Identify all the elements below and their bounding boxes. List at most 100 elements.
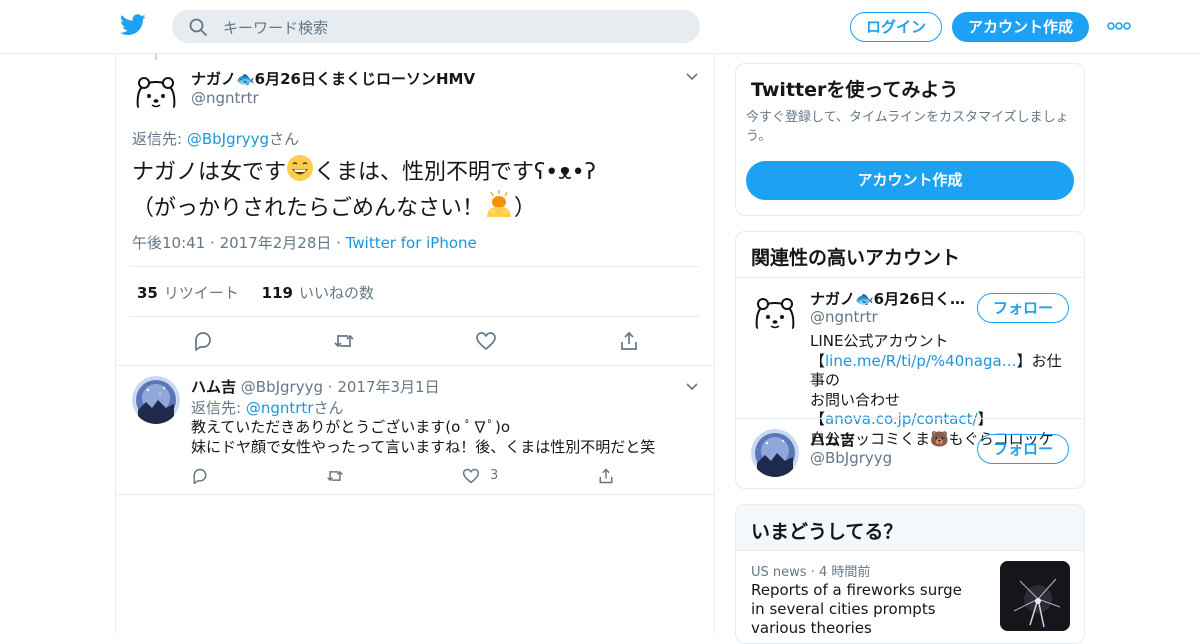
chevron-down-icon[interactable] xyxy=(685,382,699,392)
bear-avatar-icon xyxy=(132,68,180,116)
more-dots-icon[interactable] xyxy=(1107,22,1131,30)
bear-avatar-icon xyxy=(751,289,799,337)
reply-date[interactable]: 2017年3月1日 xyxy=(337,378,439,396)
tweet-thread: ナガノ🐟6月26日くまくじローソンHMV @ngntrtr 返信先: @BbJg… xyxy=(115,54,715,634)
account-name[interactable]: ハム吉 xyxy=(810,429,855,450)
share-icon[interactable] xyxy=(597,467,615,485)
reply-to-prefix: 返信先: xyxy=(191,399,246,417)
reply-to-suffix: さん xyxy=(269,130,300,148)
account-handle[interactable]: @ngntrtr xyxy=(810,308,878,326)
retweet-stat[interactable]: 35 リツイート xyxy=(137,284,239,302)
tweet-text-part: くまは、性別不明です xyxy=(314,160,535,185)
tweet-metadata: 午後10:41 · 2017年2月28日 · Twitter for iPhon… xyxy=(132,232,477,253)
reply-to-prefix: 返信先: xyxy=(132,130,187,148)
divider xyxy=(130,266,700,267)
bowing-person-icon xyxy=(487,190,512,217)
trend-age: 4 時間前 xyxy=(818,565,871,580)
tweet-author-name[interactable]: ナガノ🐟6月26日くまくじローソンHMV xyxy=(191,68,475,89)
like-icon[interactable] xyxy=(462,467,480,485)
divider xyxy=(736,277,1084,278)
tweet-author-handle[interactable]: @ngntrtr xyxy=(191,89,259,107)
tweet-text: ナガノは女です くまは、性別不明ですʕ•ᴥ•ʔ （がっかりされたらごめんなさい！… xyxy=(132,154,692,224)
retweet-icon[interactable] xyxy=(333,330,355,352)
reply-text-line: 教えていただきありがとうございます(o ﾟ∇ﾟ)o xyxy=(191,418,511,436)
meta-separator: · xyxy=(336,234,346,252)
tweet-stats: 35 リツイート 119 いいねの数 xyxy=(137,282,374,303)
reply-to-handle-link[interactable]: @ngntrtr xyxy=(246,399,314,417)
retweet-stat-label: リツイート xyxy=(163,284,239,302)
search-box[interactable]: キーワード検索 xyxy=(172,10,700,43)
divider xyxy=(736,418,1084,419)
promo-description: 今すぐ登録して、タイムラインをカスタマイズしましょう。 xyxy=(746,110,1069,144)
tweet-source-link[interactable]: Twitter for iPhone xyxy=(346,234,477,252)
thread-connector xyxy=(155,54,157,60)
reply-to-line: 返信先: @ngntrtrさん xyxy=(191,397,343,418)
grinning-face-icon xyxy=(287,155,314,181)
reply-header: ハム吉 @BbJgryyg · 2017年3月1日 xyxy=(191,376,440,397)
bio-text: 】 xyxy=(977,410,993,428)
tweet-time[interactable]: 午後10:41 xyxy=(132,234,205,252)
avatar[interactable] xyxy=(751,429,799,477)
signup-button[interactable]: アカウント作成 xyxy=(952,12,1089,42)
tweet-date[interactable]: 2017年2月28日 xyxy=(220,234,332,252)
twitter-bird-icon[interactable] xyxy=(120,14,146,36)
bio-line: 【line.me/R/ti/p/%40naga…】お仕事の xyxy=(810,352,1075,391)
promo-signup-button[interactable]: アカウント作成 xyxy=(746,161,1074,200)
meta-separator: · xyxy=(810,565,819,580)
related-title: 関連性の高いアカウント xyxy=(751,247,961,269)
reply-like-count: 3 xyxy=(490,468,499,483)
fireworks-image xyxy=(1000,561,1070,631)
search-input[interactable]: キーワード検索 xyxy=(223,17,328,38)
like-stat-label: いいねの数 xyxy=(298,284,374,302)
bio-link[interactable]: anova.co.jp/contact/ xyxy=(825,410,978,428)
trend-category: US news xyxy=(751,565,807,580)
reply-icon[interactable] xyxy=(191,467,209,485)
account-name[interactable]: ナガノ🐟6月26日く… xyxy=(810,288,965,309)
bio-link[interactable]: line.me/R/ti/p/%40naga… xyxy=(825,352,1017,370)
top-navigation-bar: キーワード検索 ログイン アカウント作成 xyxy=(0,0,1200,54)
bio-line: LINE公式アカウント xyxy=(810,332,949,350)
meta-separator: · xyxy=(327,378,333,396)
follow-button[interactable]: フォロー xyxy=(977,434,1069,464)
trend-thumbnail[interactable] xyxy=(1000,561,1070,631)
reply-text-line: 妹にドヤ顔で女性やったって言いますね！後、くまは性別不明だと笑 xyxy=(191,438,656,456)
like-icon[interactable] xyxy=(475,330,497,352)
login-button[interactable]: ログイン xyxy=(850,12,942,42)
like-stat[interactable]: 119 いいねの数 xyxy=(262,284,374,302)
reply-author-name[interactable]: ハム吉 xyxy=(191,378,236,396)
search-icon xyxy=(189,18,207,36)
divider xyxy=(116,365,714,366)
share-icon[interactable] xyxy=(618,330,640,352)
related-accounts-card: 関連性の高いアカウント ナガノ🐟6月26日く… @ngntrtr フォロー LI… xyxy=(735,231,1085,489)
reply-text: 教えていただきありがとうございます(o ﾟ∇ﾟ)o 妹にドヤ顔で女性やったって言… xyxy=(191,417,655,457)
avatar[interactable] xyxy=(132,376,180,424)
reply-author-handle[interactable]: @BbJgryyg xyxy=(241,378,323,396)
avatar[interactable] xyxy=(132,68,180,116)
reply-to-handle-link[interactable]: @BbJgryyg xyxy=(187,130,269,148)
trend-item[interactable]: US news · 4 時間前 Reports of a fireworks s… xyxy=(736,551,1084,643)
bear-face-emoticon: ʕ•ᴥ•ʔ xyxy=(534,160,596,185)
meta-separator: · xyxy=(210,234,220,252)
like-count: 119 xyxy=(261,284,293,302)
retweet-count: 35 xyxy=(137,284,158,302)
trend-headline[interactable]: Reports of a fireworks surge in several … xyxy=(751,581,976,638)
trends-title: いまどうしてる？ xyxy=(751,521,903,543)
avatar[interactable] xyxy=(751,289,799,337)
trend-meta: US news · 4 時間前 xyxy=(751,561,870,580)
tweet-text-part: （がっかりされたらごめんなさい！ xyxy=(132,196,485,221)
signup-promo-card: Twitterを使ってみよう 今すぐ登録して、タイムラインをカスタマイズしましょ… xyxy=(735,63,1085,216)
tweet-text-part: ナガノは女です xyxy=(132,160,287,185)
chevron-down-icon[interactable] xyxy=(685,72,699,82)
bio-text: 【 xyxy=(810,351,826,370)
retweet-icon[interactable] xyxy=(326,467,344,485)
divider xyxy=(116,494,714,495)
tweet-text-part: ） xyxy=(514,196,537,221)
bio-line: お問い合わせ【anova.co.jp/contact/】 xyxy=(810,391,1075,430)
reply-to-line: 返信先: @BbJgryygさん xyxy=(132,128,299,149)
account-handle[interactable]: @BbJgryyg xyxy=(810,449,892,467)
night-scene-avatar-icon xyxy=(751,429,799,477)
promo-title: Twitterを使ってみよう xyxy=(751,79,959,101)
divider xyxy=(130,316,700,317)
follow-button[interactable]: フォロー xyxy=(977,293,1069,323)
reply-icon[interactable] xyxy=(192,330,214,352)
